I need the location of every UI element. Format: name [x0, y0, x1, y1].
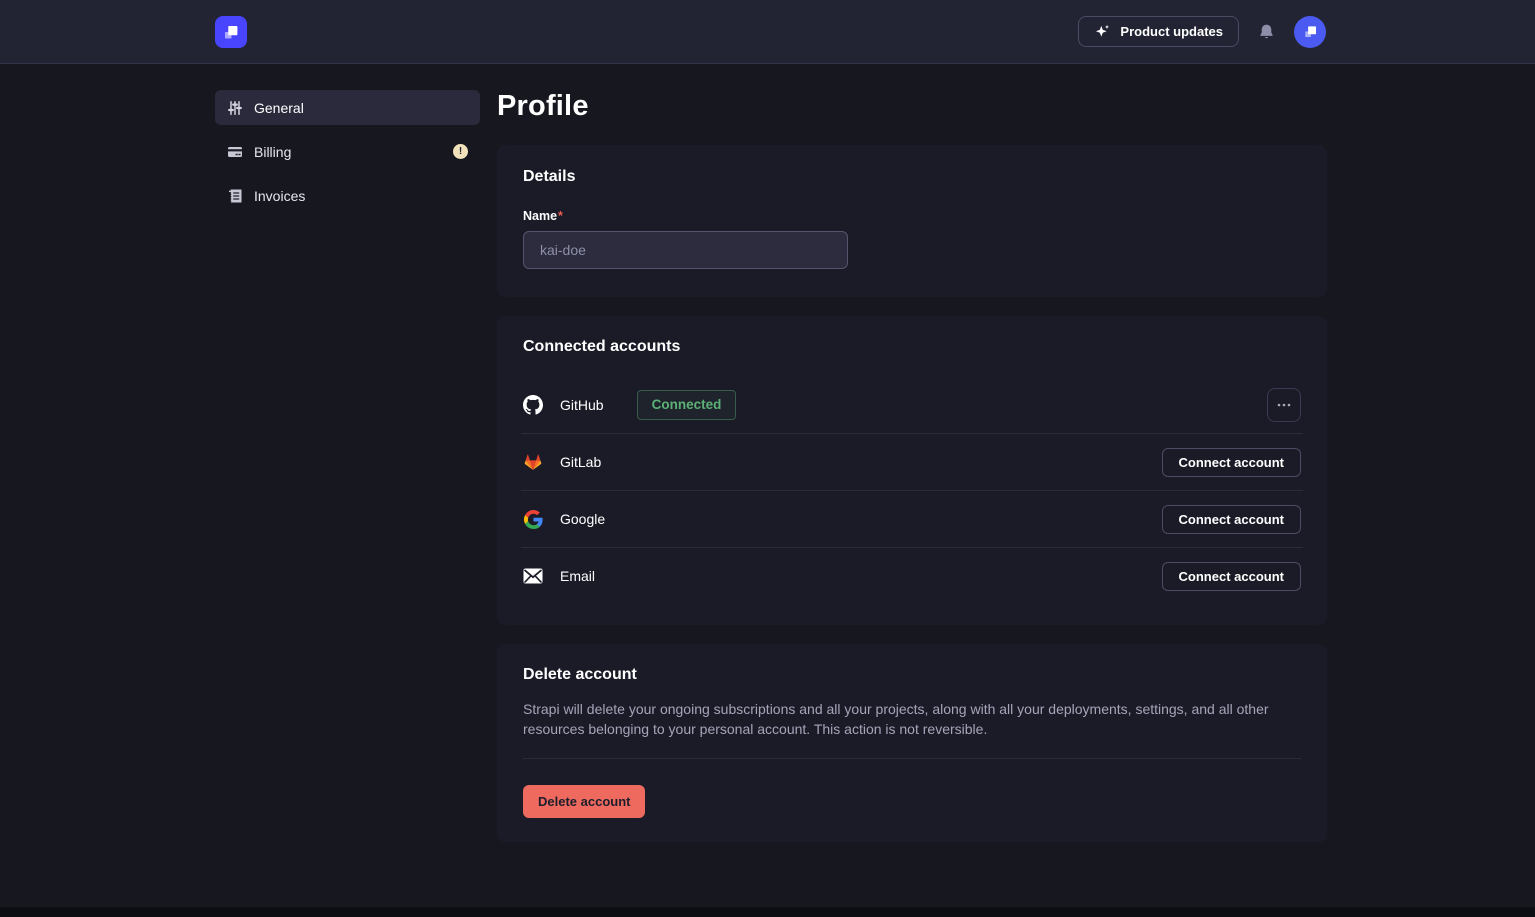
sidebar-item-invoices[interactable]: Invoices	[215, 178, 480, 213]
github-icon	[523, 395, 543, 415]
details-card: Details Name*	[497, 145, 1327, 297]
settings-sidebar: General Billing !	[215, 90, 480, 213]
billing-warning-badge: !	[453, 144, 468, 159]
sliders-icon	[227, 100, 243, 116]
account-row-gitlab: GitLab Connect account	[521, 433, 1303, 490]
gitlab-connect-button[interactable]: Connect account	[1162, 448, 1301, 477]
provider-label: GitLab	[560, 454, 601, 470]
sidebar-item-general[interactable]: General	[215, 90, 480, 125]
details-title: Details	[523, 168, 1301, 186]
strapi-logo[interactable]	[215, 16, 247, 48]
avatar-strapi-icon	[1301, 22, 1320, 41]
connected-accounts-title: Connected accounts	[523, 338, 1301, 356]
profile-main: Profile Details Name* Connected accounts…	[497, 90, 1327, 861]
delete-account-card: Delete account Strapi will delete your o…	[497, 644, 1327, 842]
strapi-logo-icon	[220, 21, 242, 43]
google-connect-button[interactable]: Connect account	[1162, 505, 1301, 534]
receipt-icon	[227, 188, 243, 204]
provider-label: Email	[560, 568, 595, 584]
topbar-actions: Product updates	[1078, 16, 1326, 48]
content-shell: General Billing !	[0, 64, 1535, 861]
provider-label: Google	[560, 511, 605, 527]
connected-accounts-card: Connected accounts GitHub Connected	[497, 316, 1327, 625]
account-row-google: Google Connect account	[521, 490, 1303, 547]
page-title: Profile	[497, 90, 1327, 123]
name-field-label: Name*	[523, 209, 1301, 223]
divider	[523, 758, 1301, 759]
product-updates-label: Product updates	[1120, 24, 1223, 39]
sidebar-item-label: Invoices	[254, 188, 305, 204]
email-icon	[523, 566, 543, 586]
product-updates-button[interactable]: Product updates	[1078, 16, 1239, 47]
bottom-edge-strip	[0, 907, 1535, 917]
credit-card-icon	[227, 144, 243, 160]
sidebar-item-billing[interactable]: Billing !	[215, 134, 480, 169]
delete-account-description: Strapi will delete your ongoing subscrip…	[523, 699, 1301, 739]
sidebar-item-label: General	[254, 100, 304, 116]
topbar: Product updates	[0, 0, 1535, 64]
account-row-email: Email Connect account	[521, 547, 1303, 604]
gitlab-icon	[523, 452, 543, 472]
user-avatar[interactable]	[1294, 16, 1326, 48]
provider-label: GitHub	[560, 397, 604, 413]
notifications-button[interactable]	[1256, 21, 1277, 42]
required-asterisk: *	[558, 209, 563, 223]
name-input[interactable]	[523, 231, 848, 269]
sidebar-item-label: Billing	[254, 144, 291, 160]
sparkle-icon	[1094, 23, 1111, 40]
google-icon	[523, 509, 543, 529]
github-options-button[interactable]	[1267, 388, 1301, 422]
account-row-github: GitHub Connected	[521, 362, 1303, 433]
email-connect-button[interactable]: Connect account	[1162, 562, 1301, 591]
delete-account-title: Delete account	[523, 666, 1301, 684]
ellipsis-icon	[1277, 403, 1291, 407]
bell-icon	[1258, 23, 1275, 40]
delete-account-button[interactable]: Delete account	[523, 785, 645, 818]
connected-status-badge: Connected	[637, 390, 737, 420]
